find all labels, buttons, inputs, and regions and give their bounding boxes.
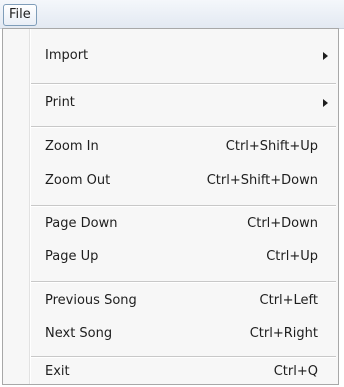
submenu-arrow-icon	[323, 99, 328, 107]
menu-item-label: Zoom Out	[45, 173, 111, 188]
menu-item-zoom-in[interactable]: Zoom In Ctrl+Shift+Up	[3, 135, 338, 159]
menu-item-page-up[interactable]: Page Up Ctrl+Up	[3, 245, 338, 269]
submenu-arrow-icon	[323, 52, 328, 60]
menu-item-label: Zoom In	[45, 139, 99, 154]
menu-item-shortcut: Ctrl+Left	[259, 293, 318, 308]
menu-item-shortcut: Ctrl+Shift+Down	[206, 173, 318, 188]
menu-item-label: Print	[45, 95, 75, 110]
menu-item-shortcut: Ctrl+Q	[273, 364, 318, 379]
menu-item-previous-song[interactable]: Previous Song Ctrl+Left	[3, 289, 338, 313]
menu-separator	[31, 356, 336, 358]
menu-item-shortcut: Ctrl+Right	[249, 326, 318, 341]
menu-item-label: Page Down	[45, 216, 118, 231]
menu-separator	[31, 205, 336, 207]
menu-item-shortcut: Ctrl+Up	[266, 249, 318, 264]
menu-bar: File	[0, 0, 344, 29]
menu-item-label: Exit	[45, 364, 70, 379]
menu-item-next-song[interactable]: Next Song Ctrl+Right	[3, 322, 338, 346]
menu-separator	[31, 281, 336, 283]
menu-item-shortcut: Ctrl+Shift+Up	[225, 139, 318, 154]
menu-item-label: Next Song	[45, 326, 113, 341]
file-menu-dropdown: Import Print Zoom In Ctrl+Shift+Up Zoom …	[2, 28, 339, 385]
menu-item-page-down[interactable]: Page Down Ctrl+Down	[3, 212, 338, 236]
menu-item-label: Import	[45, 48, 89, 63]
menu-item-import[interactable]: Import	[3, 44, 338, 68]
menu-item-label: Page Up	[45, 249, 99, 264]
menu-item-print[interactable]: Print	[3, 91, 338, 115]
menu-item-label: Previous Song	[45, 293, 137, 308]
file-menu-button[interactable]: File	[3, 4, 37, 26]
menu-separator	[31, 83, 336, 85]
menu-item-exit[interactable]: Exit Ctrl+Q	[3, 360, 338, 384]
menu-item-zoom-out[interactable]: Zoom Out Ctrl+Shift+Down	[3, 169, 338, 193]
menu-separator	[31, 126, 336, 128]
menu-item-shortcut: Ctrl+Down	[247, 216, 318, 231]
